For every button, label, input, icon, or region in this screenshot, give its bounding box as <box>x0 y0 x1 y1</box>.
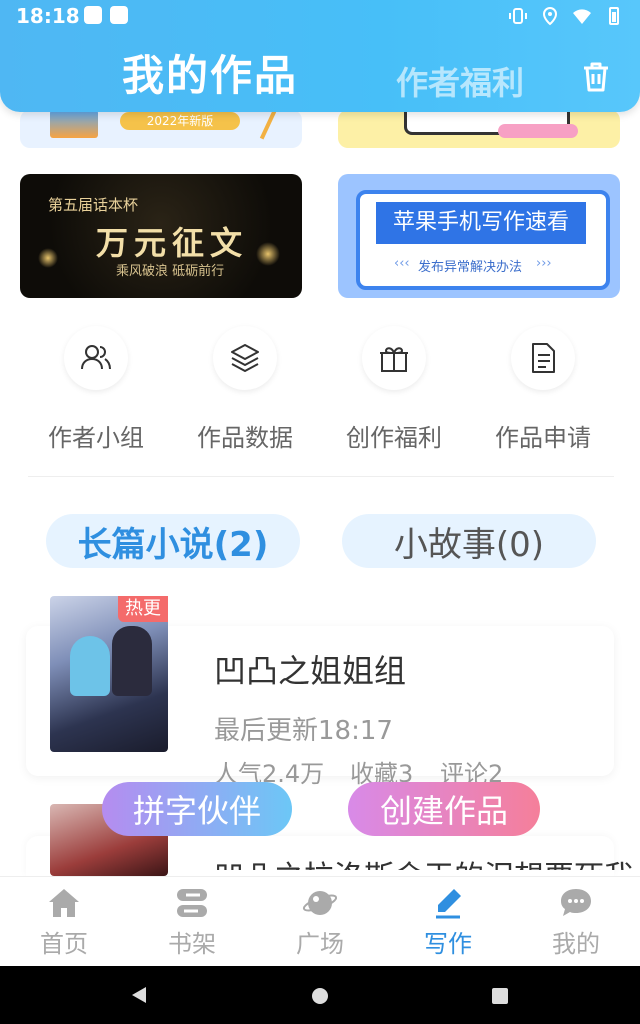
nav-square[interactable]: 广场 <box>256 877 384 967</box>
guide-title: 苹果手机写作速看 <box>376 202 586 244</box>
book-updated: 最后更新18:17 <box>214 716 393 746</box>
page-title[interactable]: 我的作品 <box>122 42 298 103</box>
tab-novels[interactable]: 长篇小说(2) <box>46 514 300 568</box>
nav-label: 首页 <box>40 929 88 958</box>
nav-label: 写作 <box>424 929 472 958</box>
banner-essay-contest[interactable]: 第五届话本杯 万元征文 乘风破浪 砥砺前行 <box>20 174 302 298</box>
shortcut-label[interactable]: 作者小组 <box>26 418 166 453</box>
wifi-icon <box>573 9 591 24</box>
location-icon <box>542 6 558 26</box>
book-title[interactable]: 凹凸之拉洛斯金王的泪想要死我 <box>214 852 640 870</box>
notification-icon <box>84 6 102 24</box>
contest-title: 万元征文 <box>96 224 249 262</box>
hot-badge: 热更 <box>118 596 168 622</box>
home-icon <box>49 888 79 917</box>
cover-figure <box>70 636 110 696</box>
writing-partner-button[interactable]: 拼字伙伴 <box>102 782 292 836</box>
shortcut-label[interactable]: 作品申请 <box>473 418 613 453</box>
pencil-icon <box>259 110 277 140</box>
contest-line1: 第五届话本杯 <box>48 196 139 214</box>
status-icons <box>508 6 624 26</box>
nav-bookshelf[interactable]: 书架 <box>128 877 256 967</box>
guide-subtitle: 发布异常解决办法 <box>418 260 523 275</box>
gift-icon <box>380 347 408 372</box>
cover-figure <box>112 626 152 696</box>
vibrate-icon <box>509 8 527 24</box>
banner-promo[interactable] <box>338 110 620 148</box>
shortcut-label[interactable]: 作品数据 <box>175 418 315 453</box>
shortcut-label[interactable]: 创作福利 <box>324 418 464 453</box>
people-icon <box>81 345 111 370</box>
chevron-left-icon: ‹‹‹ <box>394 256 410 271</box>
shortcut-author-group[interactable] <box>64 326 128 390</box>
system-nav-bar <box>0 966 640 1024</box>
decor-strip <box>498 124 578 138</box>
banner-year-label: 2022年新版 <box>120 112 240 130</box>
divider <box>28 476 614 477</box>
banner-iphone-guide[interactable]: 苹果手机写作速看 发布异常解决办法 ‹‹‹ ››› <box>338 174 620 298</box>
books-illustration <box>50 110 98 138</box>
tab-author-benefits[interactable]: 作者福利 <box>396 58 524 104</box>
nav-writing[interactable]: 写作 <box>384 877 512 967</box>
battery-icon <box>609 7 619 25</box>
nav-home[interactable]: 首页 <box>0 877 128 967</box>
shortcut-creation-benefits[interactable] <box>362 326 426 390</box>
create-work-button[interactable]: 创建作品 <box>348 782 540 836</box>
notification-icon <box>110 6 128 24</box>
banner-new-edition[interactable]: 2022年新版 <box>20 110 302 148</box>
book-title[interactable]: 凹凸之姐姐组 <box>214 646 406 692</box>
nav-mine[interactable]: 我的 <box>512 877 640 967</box>
home-circle-icon[interactable] <box>310 986 330 1006</box>
sparkle-icon <box>256 242 280 266</box>
nav-label: 书架 <box>168 929 216 958</box>
recents-icon[interactable] <box>490 986 510 1006</box>
nav-label: 广场 <box>296 929 344 958</box>
sparkle-icon <box>38 248 58 268</box>
tab-short-stories[interactable]: 小故事(0) <box>342 514 596 568</box>
status-time: 18:18 <box>16 4 80 28</box>
bookshelf-icon <box>177 888 207 917</box>
contest-slogan: 乘风破浪 砥砺前行 <box>116 264 225 279</box>
document-icon <box>532 343 555 373</box>
bottom-nav: 首页 书架 广场 写作 我的 <box>0 876 640 967</box>
back-icon[interactable] <box>128 984 150 1006</box>
layers-icon <box>231 344 259 372</box>
chevron-right-icon: ››› <box>536 256 552 271</box>
chat-bubble-icon <box>561 888 591 916</box>
pen-icon <box>436 888 461 918</box>
nav-label: 我的 <box>552 929 600 958</box>
planet-icon <box>302 890 338 915</box>
app-header: 18:18 我的作品 作者福利 <box>0 0 640 112</box>
shortcut-work-application[interactable] <box>511 326 575 390</box>
shortcut-work-data[interactable] <box>213 326 277 390</box>
trash-icon[interactable] <box>580 60 612 94</box>
